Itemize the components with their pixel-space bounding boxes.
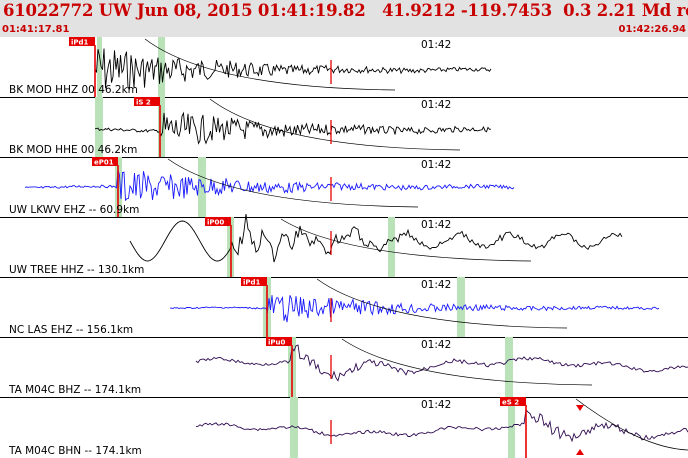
waveform [24,170,515,202]
amplitude-marker-icon [576,405,584,411]
pick-window [388,217,395,277]
pick-label: iS 2 [136,99,151,107]
minute-label: 01:42 [421,339,451,351]
pick-label: eS 2 [502,399,519,407]
station-label: TA M04C BHN -- 174.1km [8,445,142,457]
waveform [129,213,623,263]
waveform [94,111,492,145]
end-time-label: 01:42:26.94 [618,24,686,35]
event-header: 61022772 UW Jun 08, 2015 01:41:19.82 41.… [0,0,688,37]
start-time-label: 01:41:17.81 [2,24,70,35]
station-label: UW LKWV EHZ -- 60.9km [9,204,139,216]
station-label: TA M04C BHZ -- 174.1km [8,384,141,396]
pick-label: eP01 [94,159,114,167]
pick-label: iPu0 [268,339,286,347]
minute-label: 01:42 [421,39,451,51]
station-label: NC LAS EHZ -- 156.1km [9,324,133,336]
station-label: BK MOD HHZ 00 46.2km [9,84,138,96]
seismogram-panel[interactable]: iPd1 01:42 BK MOD HHZ 00 46.2km iS 2 01:42 BK… [0,37,688,458]
pick-label: iPd1 [71,39,89,47]
amplitude-marker-icon [576,449,584,455]
minute-label: 01:42 [421,399,451,411]
pick-label: iPd1 [243,279,261,287]
station-label: UW TREE HHZ -- 130.1km [9,264,144,276]
waveform [169,295,660,323]
pick-label: iP00 [207,219,224,227]
minute-label: 01:42 [421,159,451,171]
station-label: BK MOD HHE 00 46.2km [9,144,137,156]
minute-label: 01:42 [421,219,451,231]
pick-window [505,337,513,397]
waveform [195,408,688,443]
travel-time-curve [280,218,532,262]
travel-time-curve [575,398,688,451]
minute-label: 01:42 [421,279,451,291]
event-title: 61022772 UW Jun 08, 2015 01:41:19.82 41.… [3,1,688,20]
minute-label: 01:42 [421,99,451,111]
waveform [94,48,492,90]
travel-time-curve [144,38,396,91]
